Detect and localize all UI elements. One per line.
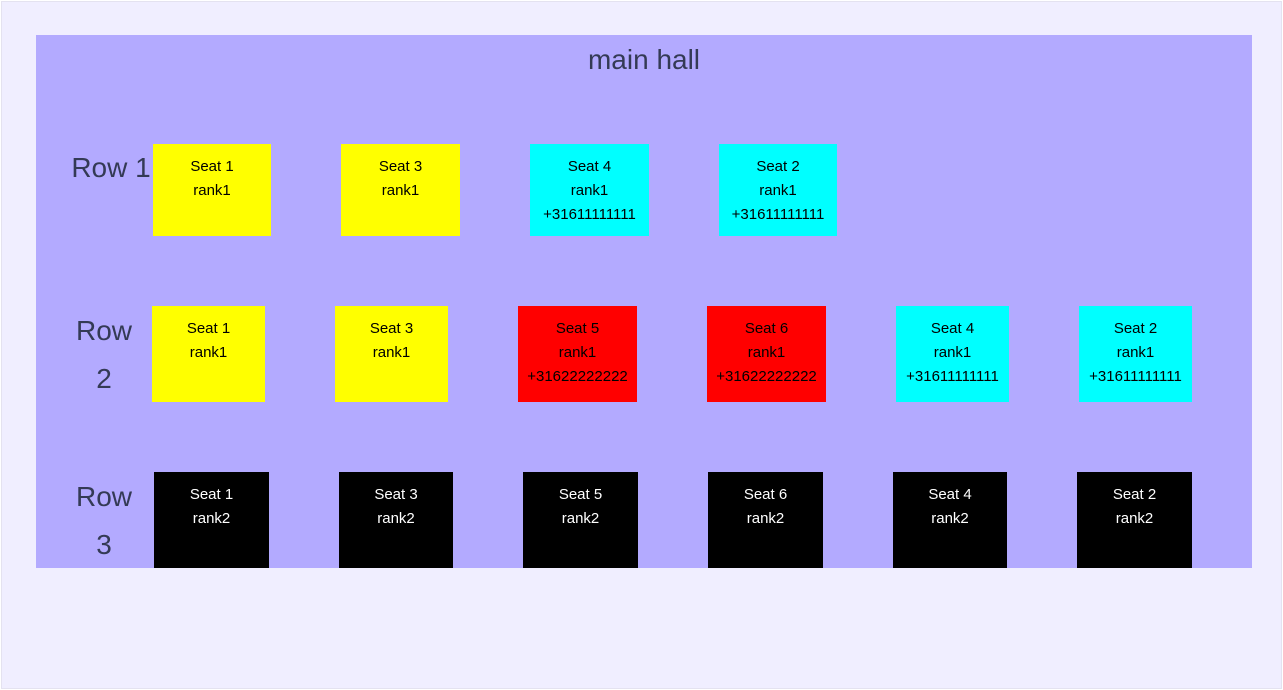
seat-rank: rank1 [193, 182, 231, 199]
seat-card[interactable]: Seat 5 rank1 +31622222222 [518, 306, 637, 402]
main-hall-panel: main hall Row 1 Seat 1 rank1 Seat 3 rank1 Sea… [36, 35, 1252, 568]
seat-name: Seat 5 [558, 486, 603, 503]
seat-phone: +31611111111 [1089, 368, 1182, 385]
seat-rank: rank1 [372, 344, 411, 361]
seat-name: Seat 3 [378, 158, 423, 175]
seat-card[interactable]: Seat 1 rank2 [154, 472, 269, 568]
seat-card[interactable]: Seat 3 rank2 [339, 472, 453, 568]
seat-card[interactable]: Seat 6 rank2 [708, 472, 823, 568]
seat-rank: rank1 [189, 344, 228, 361]
page-frame: main hall Row 1 Seat 1 rank1 Seat 3 rank1 Sea… [1, 1, 1282, 689]
seat-rank: rank1 [747, 344, 786, 361]
seat-phone: +31622222222 [716, 368, 817, 385]
seat-rank: rank1 [933, 344, 972, 361]
seat-rank: rank2 [561, 510, 600, 527]
seat-name: Seat 4 [567, 158, 612, 175]
seat-card[interactable]: Seat 4 rank2 [893, 472, 1007, 568]
seat-name: Seat 3 [374, 486, 418, 503]
hall-title: main hall [587, 44, 701, 75]
seat-name: Seat 2 [1112, 486, 1157, 503]
seat-card[interactable]: Seat 1 rank1 [152, 306, 265, 402]
row-label-3: Row 3 [75, 481, 132, 560]
row-label-1: Row 1 [71, 152, 151, 183]
seat-name: Seat 1 [189, 486, 234, 503]
seat-card[interactable]: Seat 1 rank1 [153, 144, 271, 236]
seat-name: Seat 3 [369, 320, 414, 337]
seat-card[interactable]: Seat 4 rank1 +31611111111 [530, 144, 649, 236]
row-label-2: Row 2 [75, 315, 132, 394]
seat-rank: rank1 [1116, 344, 1155, 361]
seat-card[interactable]: Seat 2 rank1 +31611111111 [1079, 306, 1192, 402]
seat-name: Seat 1 [190, 158, 234, 175]
seat-card[interactable]: Seat 5 rank2 [523, 472, 638, 568]
seat-name: Seat 4 [930, 320, 975, 337]
seat-name: Seat 6 [744, 320, 789, 337]
seat-card[interactable]: Seat 6 rank1 +31622222222 [707, 306, 826, 402]
seat-card[interactable]: Seat 3 rank1 [335, 306, 448, 402]
seat-card[interactable]: Seat 2 rank1 +31611111111 [719, 144, 837, 236]
seat-card[interactable]: Seat 4 rank1 +31611111111 [896, 306, 1009, 402]
seat-rank: rank2 [377, 510, 415, 527]
seat-name: Seat 2 [756, 158, 800, 175]
seat-name: Seat 2 [1113, 320, 1158, 337]
seat-rank: rank1 [558, 344, 597, 361]
seat-rank: rank1 [759, 182, 797, 199]
seat-name: Seat 4 [928, 486, 972, 503]
seat-name: Seat 5 [555, 320, 600, 337]
seat-rank: rank2 [746, 510, 785, 527]
seat-card[interactable]: Seat 3 rank1 [341, 144, 460, 236]
seat-phone: +31622222222 [527, 368, 628, 385]
seat-name: Seat 6 [743, 486, 788, 503]
seat-rank: rank1 [570, 182, 609, 199]
seat-card[interactable]: Seat 2 rank2 [1077, 472, 1192, 568]
seat-rank: rank2 [1115, 510, 1154, 527]
seat-phone: +31611111111 [906, 368, 999, 385]
seat-rank: rank2 [931, 510, 969, 527]
seat-rank: rank1 [381, 182, 420, 199]
seat-name: Seat 1 [186, 320, 231, 337]
seat-rank: rank2 [192, 510, 231, 527]
seat-phone: +31611111111 [731, 206, 825, 223]
seat-phone: +31611111111 [543, 206, 636, 223]
